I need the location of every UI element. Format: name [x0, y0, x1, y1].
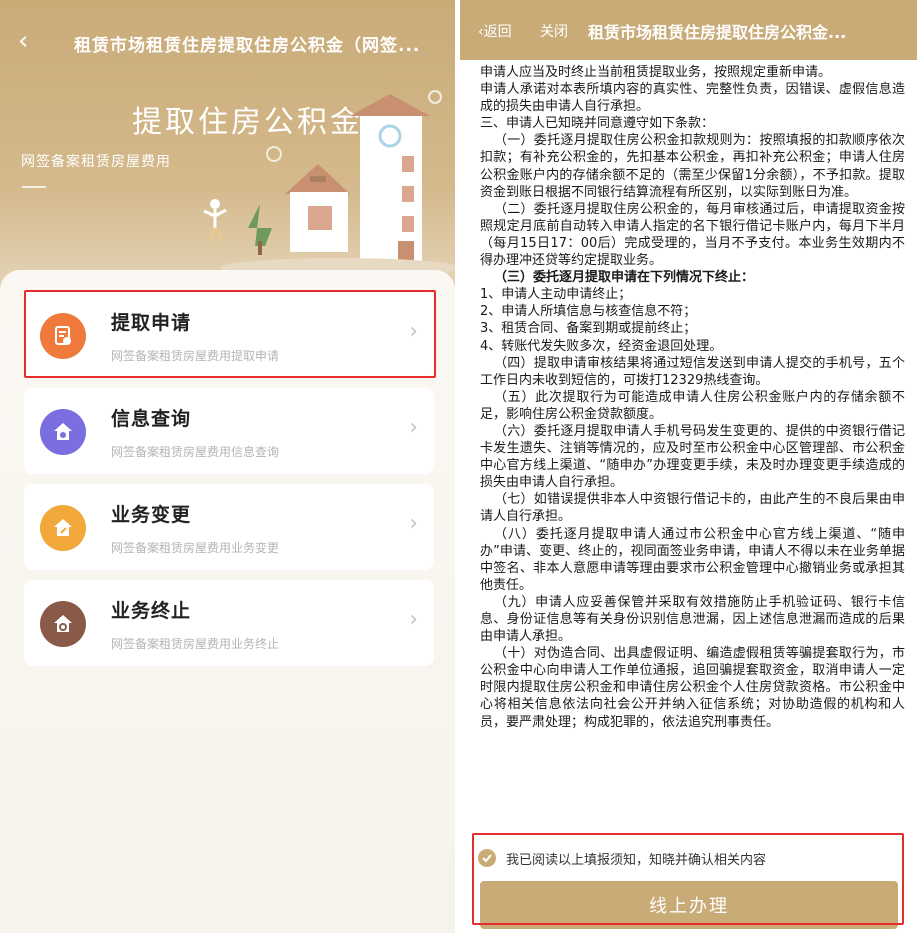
- terms-paragraph: （三）委托逐月提取申请在下列情况下终止：: [494, 270, 755, 286]
- menu-item-label: 信息查询: [111, 408, 192, 430]
- terms-paragraph: （六）委托逐月提取申请人手机号码发生变更的、提供的中资银行借记卡发生遗失、注销等…: [480, 423, 905, 491]
- house-edit-icon: [40, 505, 86, 551]
- terms-paragraph: （二）委托逐月提取住房公积金的，每月审核通过后，申请提取资金按照规定月底前自动转…: [480, 201, 905, 269]
- nav-title: 租赁市场租赁住房提取住房公积金...: [588, 23, 847, 42]
- terms-paragraph: （十）对伪造合同、出具虚假证明、编造虚假租赁等骗提套取行为，市公积金中心向申请人…: [480, 646, 905, 730]
- terms-paragraph: （五）此次提取行为可能造成申请人住房公积金账户内的存储余额不足，影响住房公积金贷…: [480, 389, 905, 422]
- menu-item-desc: 网签备案租赁房屋费用业务变更: [111, 541, 280, 555]
- highlight-box: [472, 833, 904, 925]
- service-home-screen: ‹ 租赁市场租赁住房提取住房公积金（网签... 提取住房公积金 网签备案租赁房屋…: [0, 0, 455, 933]
- terms-paragraph: 1、申请人主动申请终止；: [480, 287, 632, 303]
- back-label: 返回: [483, 24, 512, 40]
- house-search-icon: [40, 409, 86, 455]
- menu-item-label: 业务变更: [111, 504, 192, 526]
- nav-bar: ‹返回 关闭 租赁市场租赁住房提取住房公积金...: [460, 0, 917, 60]
- back-chevron-icon[interactable]: ‹: [18, 28, 28, 54]
- chevron-right-icon: ›: [409, 415, 418, 440]
- terms-paragraph: （八）委托逐月提取申请人通过市公积金中心官方线上渠道、“随申办”申请、变更、终止…: [480, 526, 905, 593]
- menu-item-business-change[interactable]: 业务变更 网签备案租赁房屋费用业务变更 ›: [24, 484, 434, 570]
- chevron-right-icon: ›: [409, 511, 418, 536]
- terms-paragraph: （九）申请人应妥善保管并采取有效措施防止手机验证码、银行卡信息、身份证信息等有关…: [480, 594, 905, 645]
- menu-item-business-terminate[interactable]: 业务终止 网签备案租赁房屋费用业务终止 ›: [24, 580, 434, 666]
- menu-item-desc: 网签备案租赁房屋费用信息查询: [111, 445, 280, 459]
- house-illustration-icon: [203, 94, 455, 278]
- nav-title: 租赁市场租赁住房提取住房公积金（网签...: [74, 36, 421, 56]
- close-button[interactable]: 关闭: [540, 21, 568, 41]
- menu-item-desc: 网签备案租赁房屋费用业务终止: [111, 637, 280, 651]
- highlight-box: [24, 290, 436, 378]
- terms-paragraph: 3、租赁合同、备案到期或提前终止；: [480, 321, 697, 337]
- house-stop-icon: [40, 601, 86, 647]
- hero-divider: [22, 186, 46, 188]
- menu-item-label: 业务终止: [111, 600, 192, 622]
- terms-document: 申请人应当及时终止当前租赁提取业务，按照规定重新申请。申请人承诺对本表所填内容的…: [480, 64, 905, 731]
- terms-paragraph: 申请人承诺对本表所填内容的真实性、完整性负责，因错误、虚假信息造成的损失由申请人…: [480, 82, 905, 115]
- terms-paragraph: 三、申请人已知晓并同意遵守如下条款：: [480, 116, 715, 132]
- nav-bar: ‹ 租赁市场租赁住房提取住房公积金（网签...: [0, 0, 455, 86]
- terms-paragraph: 2、申请人所填信息与核查信息不符；: [480, 304, 697, 320]
- hero-subtitle: 网签备案租赁房屋费用: [21, 154, 171, 170]
- terms-paragraph: （一）委托逐月提取住房公积金扣款规则为：按照填报的扣款顺序依次扣款；有补充公积金…: [480, 133, 905, 200]
- back-button[interactable]: ‹返回: [478, 21, 512, 41]
- terms-paragraph: 4、转账代发失败多次，经资金退回处理。: [480, 338, 723, 354]
- chevron-right-icon: ›: [409, 607, 418, 632]
- terms-paragraph: （七）如错误提供非本人中资银行借记卡的，由此产生的不良后果由申请人自行承担。: [480, 492, 905, 525]
- terms-screen: ‹返回 关闭 租赁市场租赁住房提取住房公积金... 申请人应当及时终止当前租赁提…: [460, 0, 917, 933]
- terms-paragraph: 申请人应当及时终止当前租赁提取业务，按照规定重新申请。: [480, 65, 832, 80]
- menu-item-info-query[interactable]: 信息查询 网签备案租赁房屋费用信息查询 ›: [24, 388, 434, 474]
- terms-paragraph: （四）提取申请审核结果将通过短信发送到申请人提交的手机号，五个工作日内未收到短信…: [480, 355, 905, 388]
